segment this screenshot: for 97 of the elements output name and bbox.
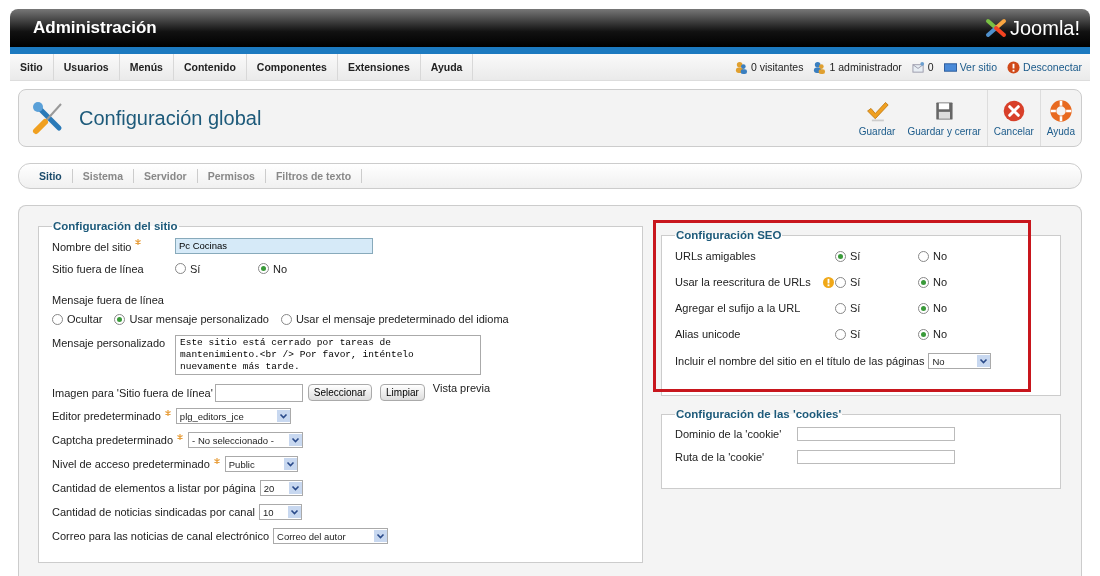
- input-field[interactable]: [214, 383, 303, 402]
- checkmark-icon: [864, 99, 891, 123]
- field-label: Agregar el sufijo a la URL: [675, 302, 801, 314]
- alert-icon: [1007, 60, 1021, 74]
- field-label: Sitio fuera de línea: [52, 262, 145, 275]
- field-label: Imagen para 'Sitio fuera de línea': [52, 386, 213, 399]
- lifebuoy-icon: [1047, 99, 1074, 123]
- field-label: Dominio de la 'cookie': [675, 427, 783, 440]
- tab[interactable]: Sitio: [29, 169, 73, 183]
- radio-button[interactable]: [918, 302, 929, 314]
- radio-button[interactable]: [835, 302, 846, 314]
- radio-option[interactable]: Usar mensaje personalizado: [114, 313, 269, 325]
- radio-button[interactable]: [835, 328, 846, 340]
- toolbar-button[interactable]: Ayuda: [1039, 90, 1081, 146]
- field-label: URLs amigables: [675, 250, 756, 262]
- radio-option[interactable]: Usar el mensaje predeterminado del idioma: [280, 313, 509, 325]
- radio-button[interactable]: [918, 328, 929, 340]
- radio-option[interactable]: Sí: [175, 262, 258, 275]
- dropdown[interactable]: 10: [259, 504, 303, 520]
- input-field[interactable]: Pc Cocinas: [175, 237, 373, 254]
- field-label: Alias unicode: [675, 328, 741, 340]
- radio-option[interactable]: No: [918, 276, 1001, 288]
- status-text: 0: [927, 61, 934, 73]
- radio-button[interactable]: [175, 263, 186, 274]
- input-field[interactable]: [797, 449, 955, 464]
- logo-icon: [983, 17, 1008, 39]
- app-title: Administración: [33, 18, 157, 38]
- input-field[interactable]: [797, 426, 955, 441]
- field-label: Usar la reescritura de URLs: [675, 276, 811, 288]
- radio-option[interactable]: Sí: [835, 250, 918, 262]
- radio-option[interactable]: Sí: [835, 276, 918, 288]
- field-label: Editor predeterminado: [52, 410, 161, 422]
- status-link[interactable]: Ver sitio: [959, 61, 998, 73]
- form-button[interactable]: Seleccionar: [307, 384, 372, 401]
- radio-option[interactable]: No: [918, 302, 1001, 314]
- dropdown-arrow-icon: [276, 410, 290, 422]
- group-title: Configuración SEO: [675, 229, 783, 241]
- users-icon: [813, 60, 827, 74]
- dropdown-arrow-icon: [288, 482, 302, 494]
- radio-button[interactable]: [918, 250, 929, 262]
- status-text: 1 administrador: [829, 61, 902, 73]
- toolbar-button[interactable]: Guardar: [852, 90, 902, 146]
- menu-item[interactable]: Sitio: [10, 54, 54, 80]
- dropdown[interactable]: - No seleccionado -: [188, 432, 304, 448]
- radio-button[interactable]: [835, 250, 846, 262]
- dropdown[interactable]: plg_editors_jce: [175, 408, 291, 424]
- field-label: Captcha predeterminado: [52, 434, 174, 446]
- dropdown-arrow-icon: [283, 458, 297, 470]
- form-button[interactable]: Limpiar: [380, 384, 425, 401]
- field-label: Correo para las noticias de canal electrónico: [52, 530, 270, 542]
- field-label: Incluir el nombre del sitio en el título de las páginas: [675, 355, 925, 367]
- field-label: Mensaje fuera de línea: [52, 294, 164, 306]
- logo-text: Joomla!: [1009, 16, 1080, 40]
- menu-item[interactable]: Contenido: [173, 54, 247, 80]
- dropdown-arrow-icon: [977, 355, 991, 367]
- users-icon: [734, 60, 748, 74]
- field-label: Nivel de acceso predeterminado: [52, 458, 210, 470]
- radio-option[interactable]: Sí: [835, 302, 918, 314]
- dropdown-arrow-icon: [288, 506, 302, 518]
- field-label: Mensaje personalizado: [52, 337, 167, 349]
- toolbar-button[interactable]: Cancelar: [986, 90, 1040, 146]
- radio-option[interactable]: No: [918, 328, 1001, 340]
- page-title: Configuración global: [79, 106, 262, 130]
- envelope-icon: [911, 60, 925, 74]
- toolbar-button[interactable]: Guardar y cerrar: [901, 90, 987, 146]
- radio-option[interactable]: No: [258, 262, 341, 275]
- menu-item[interactable]: Menús: [119, 54, 174, 80]
- field-label: Cantidad de elementos a listar por página: [52, 482, 256, 494]
- status-text: 0 visitantes: [750, 61, 804, 73]
- radio-option[interactable]: Ocultar: [52, 313, 103, 325]
- radio-button[interactable]: [52, 313, 63, 325]
- dropdown[interactable]: Correo del autor: [273, 528, 389, 544]
- radio-option[interactable]: No: [918, 250, 1001, 262]
- dropdown-arrow-icon: [374, 530, 388, 542]
- field-label: Ruta de la 'cookie': [675, 450, 766, 463]
- group-title: Configuración de las 'cookies': [675, 408, 843, 420]
- preview-label: Vista previa: [432, 382, 491, 394]
- menu-item[interactable]: Ayuda: [420, 54, 474, 80]
- radio-option[interactable]: Sí: [835, 328, 918, 340]
- radio-button[interactable]: [918, 276, 929, 288]
- status-link[interactable]: Desconectar: [1023, 61, 1082, 73]
- dropdown[interactable]: No: [928, 353, 992, 369]
- menu-item[interactable]: Extensiones: [337, 54, 421, 80]
- group-title: Configuración del sitio: [52, 220, 179, 232]
- field-label: Nombre del sitio: [52, 240, 132, 253]
- radio-button[interactable]: [114, 313, 126, 325]
- radio-button[interactable]: [835, 276, 846, 288]
- message-textarea[interactable]: Este sitio está cerrado por tareas de mantenimiento.<br /> Por favor, inténtelo nuevamente más tarde.: [175, 335, 481, 375]
- dropdown[interactable]: 20: [259, 480, 303, 496]
- monitor-icon: [943, 60, 957, 74]
- menu-item[interactable]: Componentes: [246, 54, 338, 80]
- radio-button[interactable]: [280, 313, 292, 325]
- radio-button[interactable]: [258, 263, 269, 274]
- field-label: Cantidad de noticias sindicadas por canal: [52, 506, 256, 518]
- menu-item[interactable]: Usuarios: [53, 54, 120, 80]
- dropdown-arrow-icon: [289, 434, 303, 446]
- dropdown[interactable]: Public: [224, 456, 298, 472]
